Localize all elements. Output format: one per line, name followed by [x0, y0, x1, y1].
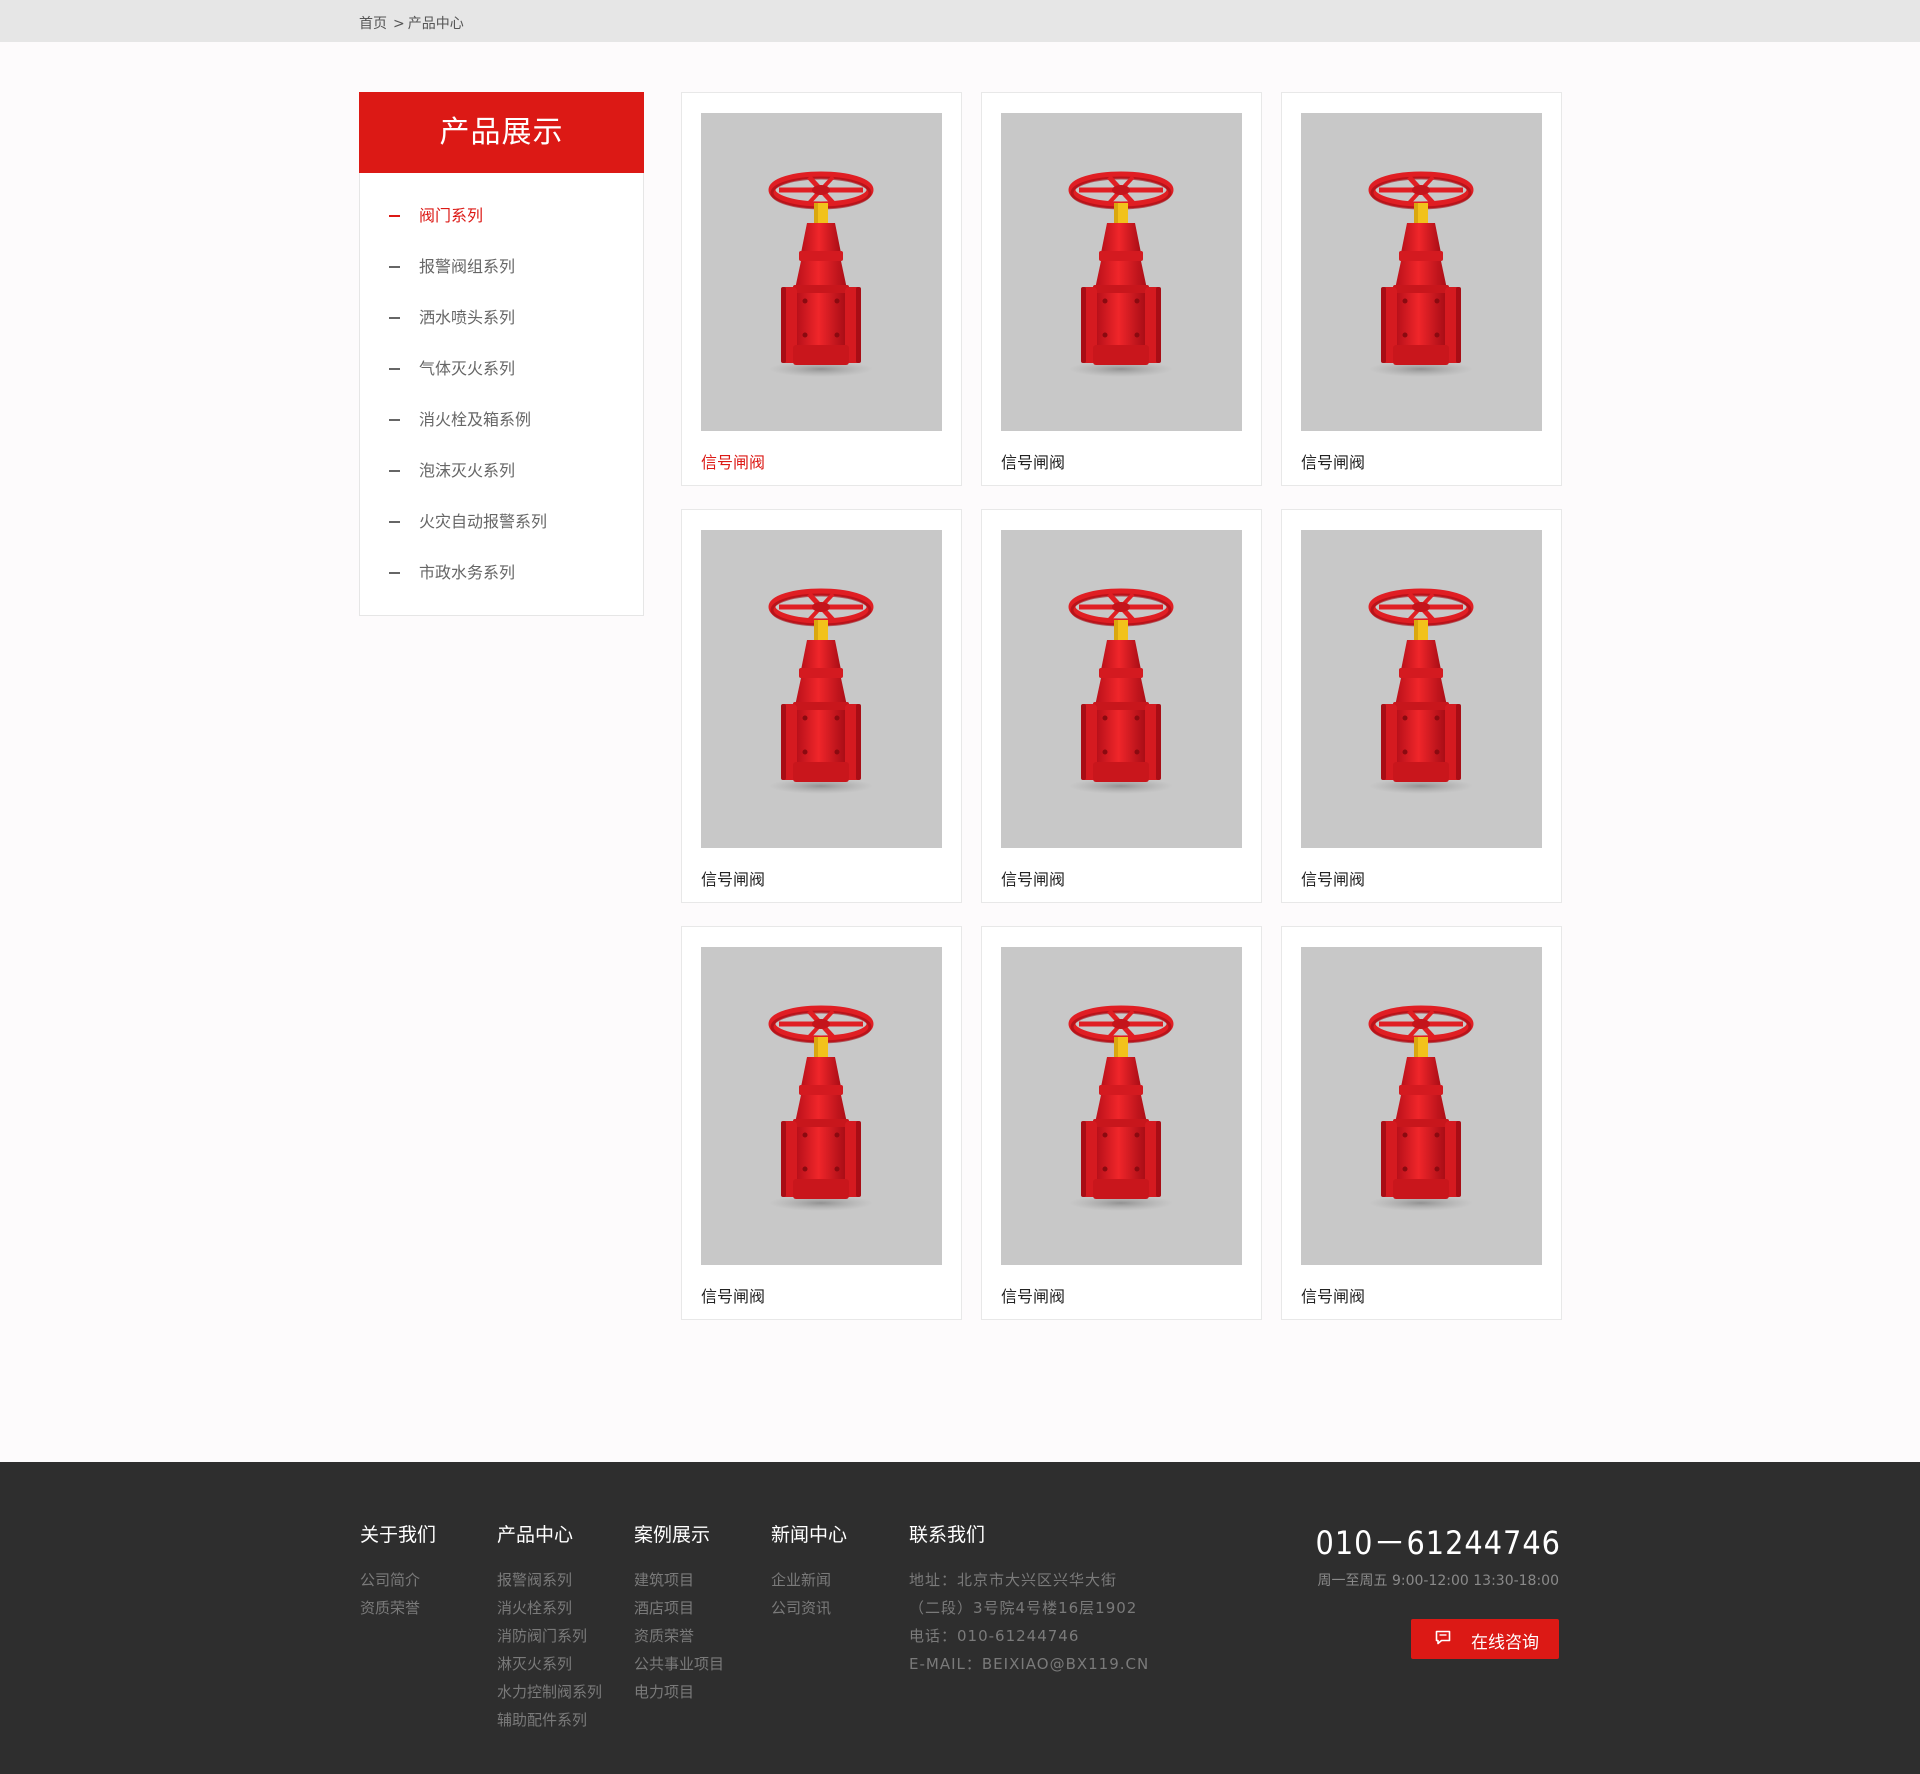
product-card[interactable]: 信号闸阀 — [681, 92, 962, 486]
footer-col-products: 产品中心 报警阀系列 消火栓系列 消防阀门系列 淋灭火系列 水力控制阀系列 辅助… — [497, 1520, 602, 1734]
category-list: 阀门系列 报警阀组系列 洒水喷头系列 气体灭火系列 消火栓及箱系例 泡沫灭火系列… — [360, 205, 643, 613]
footer-link[interactable]: 建筑项目 — [634, 1566, 724, 1594]
dash-icon — [389, 521, 400, 523]
sidebar-item-fire-alarm[interactable]: 火灾自动报警系列 — [360, 511, 643, 562]
dash-icon — [389, 572, 400, 574]
dash-icon — [389, 368, 400, 370]
product-name[interactable]: 信号闸阀 — [1301, 1283, 1365, 1307]
sidebar-item-label: 泡沫灭火系列 — [419, 461, 516, 480]
online-consult-button[interactable]: 在线咨询 — [1411, 1619, 1559, 1659]
sidebar-item-label: 火灾自动报警系列 — [419, 512, 548, 531]
product-name[interactable]: 信号闸阀 — [1001, 866, 1065, 890]
dash-icon — [389, 419, 400, 421]
footer-link[interactable]: 消火栓系列 — [497, 1594, 602, 1622]
product-card[interactable]: 信号闸阀 — [981, 509, 1262, 903]
sidebar-title: 产品展示 — [359, 92, 644, 173]
sidebar-item-label: 气体灭火系列 — [419, 359, 516, 378]
sidebar-item-foam-extinguishing[interactable]: 泡沫灭火系列 — [360, 460, 643, 511]
sidebar-item-hydrants[interactable]: 消火栓及箱系例 — [360, 409, 643, 460]
sidebar-item-label: 洒水喷头系列 — [419, 308, 516, 327]
footer-col-title[interactable]: 新闻中心 — [771, 1520, 847, 1547]
footer-col-title[interactable]: 关于我们 — [360, 1520, 436, 1547]
gate-valve-image[interactable] — [1001, 530, 1242, 848]
footer-link[interactable]: 公司资讯 — [771, 1594, 847, 1622]
footer-link[interactable]: 资质荣誉 — [360, 1594, 436, 1622]
dash-icon — [389, 317, 400, 319]
sidebar-item-label: 阀门系列 — [419, 206, 484, 225]
footer-link[interactable]: 电力项目 — [634, 1678, 724, 1706]
sidebar-item-label: 报警阀组系列 — [419, 257, 516, 276]
product-name[interactable]: 信号闸阀 — [1301, 449, 1365, 473]
product-card[interactable]: 信号闸阀 — [1281, 509, 1562, 903]
breadcrumb: 首页 > 产品中心 — [359, 13, 464, 33]
footer-col-title[interactable]: 案例展示 — [634, 1520, 724, 1547]
hotline-number: 010－61244746 — [1315, 1524, 1561, 1562]
sidebar-item-municipal-water[interactable]: 市政水务系列 — [360, 562, 643, 613]
footer-link[interactable]: 水力控制阀系列 — [497, 1678, 602, 1706]
sidebar-item-label: 消火栓及箱系例 — [419, 410, 532, 429]
footer-link[interactable]: 报警阀系列 — [497, 1566, 602, 1594]
footer-link[interactable]: 辅助配件系列 — [497, 1706, 602, 1734]
category-sidebar: 产品展示 阀门系列 报警阀组系列 洒水喷头系列 气体灭火系列 消火栓及箱系例 泡… — [359, 92, 644, 616]
breadcrumb-home-link[interactable]: 首页 — [359, 13, 387, 33]
chat-bubble-icon — [1435, 1630, 1451, 1645]
product-name[interactable]: 信号闸阀 — [1301, 866, 1365, 890]
product-name[interactable]: 信号闸阀 — [1001, 449, 1065, 473]
footer-link[interactable]: 消防阀门系列 — [497, 1622, 602, 1650]
gate-valve-image[interactable] — [1301, 947, 1542, 1265]
gate-valve-image[interactable] — [701, 530, 942, 848]
sidebar-item-valves[interactable]: 阀门系列 — [360, 205, 643, 256]
footer-link[interactable]: 资质荣誉 — [634, 1622, 724, 1650]
footer-col-contact: 联系我们 地址：北京市大兴区兴华大街 （二段）3号院4号楼16层1902 电话：… — [909, 1520, 1149, 1678]
contact-phone: 电话：010-61244746 — [909, 1627, 1080, 1645]
sidebar-item-sprinklers[interactable]: 洒水喷头系列 — [360, 307, 643, 358]
sidebar-item-gas-extinguishing[interactable]: 气体灭火系列 — [360, 358, 643, 409]
breadcrumb-separator: > — [393, 16, 405, 32]
product-card[interactable]: 信号闸阀 — [681, 509, 962, 903]
dash-icon — [389, 215, 400, 217]
consult-label: 在线咨询 — [1471, 1633, 1539, 1653]
product-card[interactable]: 信号闸阀 — [1281, 926, 1562, 1320]
site-footer: 关于我们 公司简介 资质荣誉 产品中心 报警阀系列 消火栓系列 消防阀门系列 淋… — [0, 1462, 1920, 1774]
gate-valve-image[interactable] — [701, 947, 942, 1265]
gate-valve-image[interactable] — [1001, 947, 1242, 1265]
product-card[interactable]: 信号闸阀 — [981, 926, 1262, 1320]
product-name[interactable]: 信号闸阀 — [701, 449, 765, 473]
product-card[interactable]: 信号闸阀 — [1281, 92, 1562, 486]
footer-link[interactable]: 酒店项目 — [634, 1594, 724, 1622]
contact-address: 地址：北京市大兴区兴华大街 — [909, 1571, 1118, 1589]
footer-col-news: 新闻中心 企业新闻 公司资讯 — [771, 1520, 847, 1622]
breadcrumb-current[interactable]: 产品中心 — [408, 13, 464, 33]
service-hours: 周一至周五 9:00-12:00 13:30-18:00 — [1317, 1573, 1559, 1589]
footer-col-title[interactable]: 产品中心 — [497, 1520, 602, 1547]
footer-link[interactable]: 公共事业项目 — [634, 1650, 724, 1678]
contact-address: （二段）3号院4号楼16层1902 — [909, 1599, 1138, 1617]
footer-col-title[interactable]: 联系我们 — [909, 1520, 1149, 1547]
dash-icon — [389, 470, 400, 472]
footer-link[interactable]: 淋灭火系列 — [497, 1650, 602, 1678]
footer-col-cases: 案例展示 建筑项目 酒店项目 资质荣誉 公共事业项目 电力项目 — [634, 1520, 724, 1706]
gate-valve-image[interactable] — [701, 113, 942, 431]
sidebar-item-alarm-valves[interactable]: 报警阀组系列 — [360, 256, 643, 307]
product-card[interactable]: 信号闸阀 — [681, 926, 962, 1320]
gate-valve-image[interactable] — [1001, 113, 1242, 431]
gate-valve-image[interactable] — [1301, 113, 1542, 431]
footer-link[interactable]: 公司简介 — [360, 1566, 436, 1594]
footer-link[interactable]: 企业新闻 — [771, 1566, 847, 1594]
contact-email: E-MAIL：BEIXIAO@BX119.CN — [909, 1655, 1150, 1673]
product-name[interactable]: 信号闸阀 — [701, 1283, 765, 1307]
sidebar-item-label: 市政水务系列 — [419, 563, 516, 582]
top-bar: 首页 > 产品中心 — [0, 0, 1920, 42]
product-card[interactable]: 信号闸阀 — [981, 92, 1262, 486]
gate-valve-image[interactable] — [1301, 530, 1542, 848]
product-name[interactable]: 信号闸阀 — [1001, 1283, 1065, 1307]
product-name[interactable]: 信号闸阀 — [701, 866, 765, 890]
dash-icon — [389, 266, 400, 268]
footer-col-about: 关于我们 公司简介 资质荣誉 — [360, 1520, 436, 1622]
